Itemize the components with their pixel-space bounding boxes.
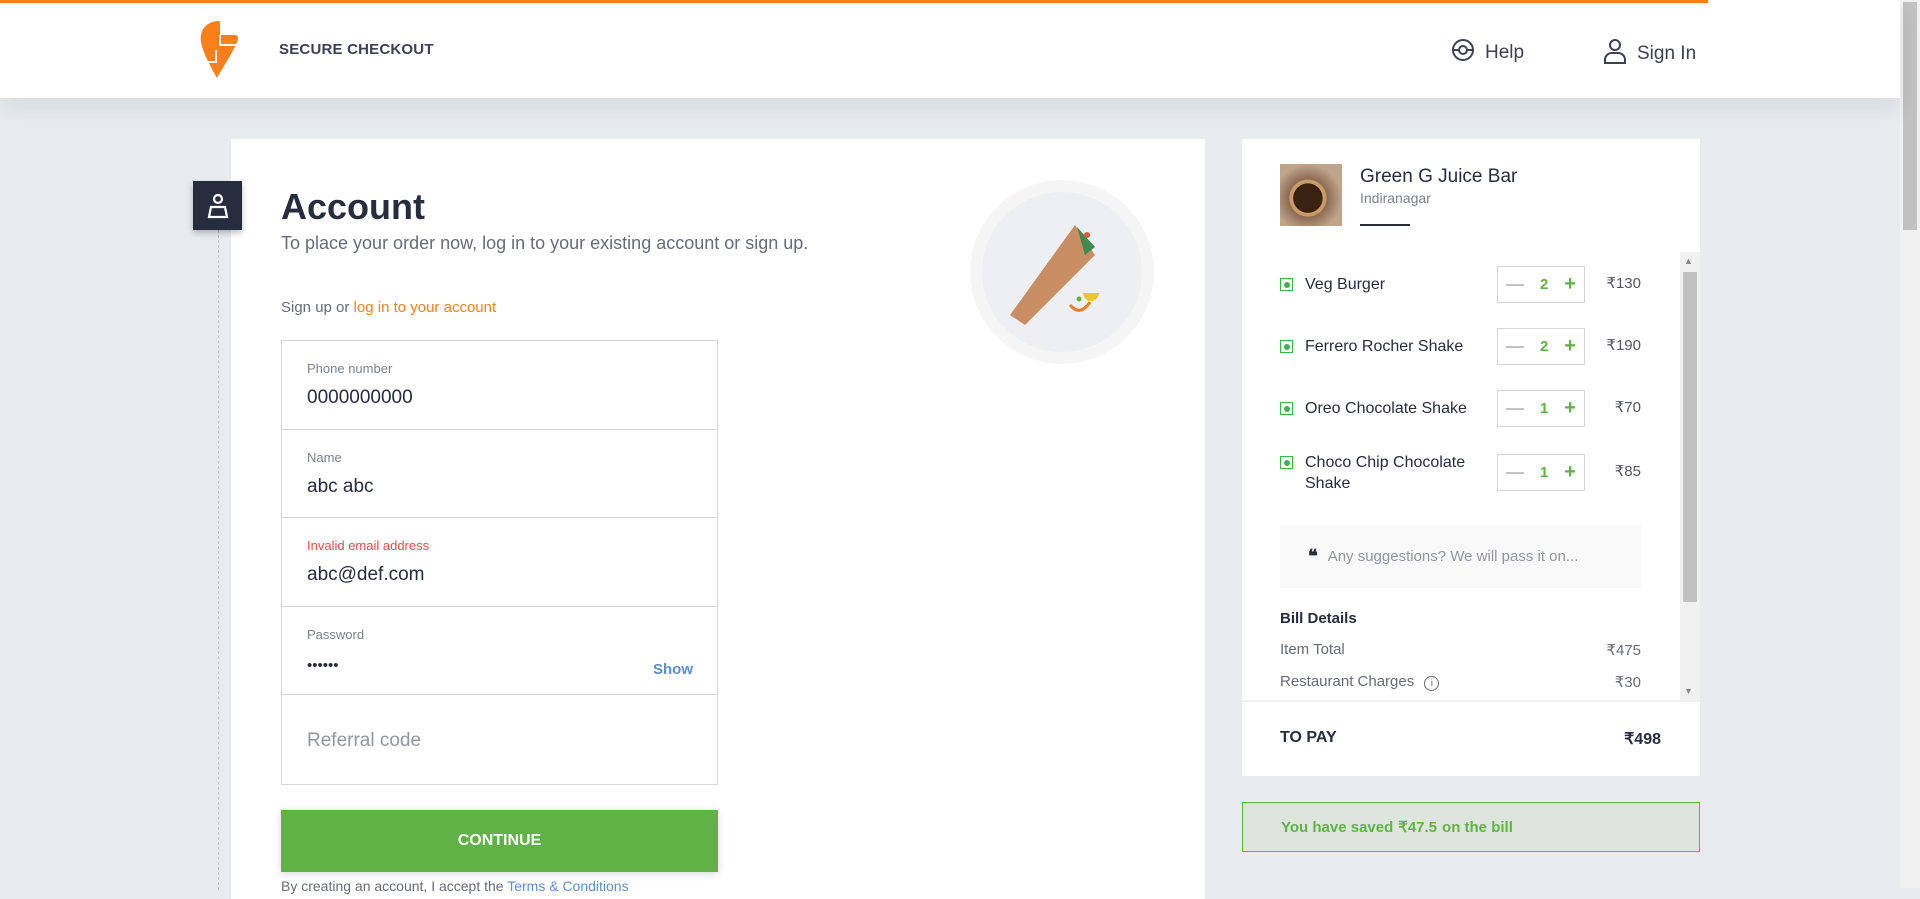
item-price: ₹190 [1606, 337, 1641, 354]
name-field[interactable]: Name abc abc [282, 430, 717, 519]
email-input[interactable]: abc@def.com [307, 564, 692, 586]
bill-value: ₹30 [1614, 674, 1641, 691]
name-label: Name [307, 449, 342, 465]
password-field[interactable]: Password •••••• Show [282, 607, 717, 696]
bill-label: Item Total [1280, 641, 1345, 658]
signup-line: Sign up or log in to your account [281, 299, 496, 316]
bill-row: Restaurant Charges i ₹30 [1280, 673, 1641, 691]
email-field[interactable]: Invalid email address abc@def.com [282, 518, 717, 607]
scroll-up-icon[interactable]: ▲ [1684, 256, 1693, 266]
item-price: ₹130 [1606, 275, 1641, 292]
item-quantity: 1 [1539, 400, 1549, 417]
item-price: ₹85 [1614, 463, 1641, 480]
item-quantity: 2 [1539, 276, 1549, 293]
page-scrollbar-thumb[interactable] [1903, 2, 1917, 230]
cart-item: Ferrero Rocher Shake — 2 + ₹190 [1280, 328, 1641, 365]
savings-banner: You have saved ₹47.5 on the bill [1242, 802, 1700, 852]
phone-field[interactable]: Phone number 0000000000 [282, 341, 717, 430]
step-connector [218, 230, 219, 890]
bill-value: ₹475 [1606, 642, 1641, 659]
quantity-stepper: — 1 + [1497, 454, 1585, 491]
savings-amount: ₹47.5 [1398, 819, 1438, 836]
to-pay-value: ₹498 [1624, 731, 1661, 748]
swiggy-logo-icon[interactable] [198, 20, 240, 85]
show-password-button[interactable]: Show [653, 661, 693, 678]
continue-button[interactable]: CONTINUE [281, 810, 718, 872]
email-error-label: Invalid email address [307, 538, 430, 554]
savings-suffix: on the bill [1442, 818, 1513, 836]
item-quantity: 2 [1539, 338, 1549, 355]
increase-button[interactable]: + [1564, 397, 1576, 420]
cart-item: Choco Chip Chocolate Shake — 1 + ₹85 [1280, 452, 1641, 494]
to-pay-row: TO PAY ₹498 [1280, 729, 1661, 749]
restaurant-underline [1360, 224, 1410, 226]
cart-item: Oreo Chocolate Shake — 1 + ₹70 [1280, 390, 1641, 427]
decrease-button[interactable]: — [1506, 462, 1524, 483]
bill-label-text: Restaurant Charges [1280, 673, 1415, 690]
bill-row: Item Total ₹475 [1280, 641, 1641, 659]
help-link[interactable]: Help [1451, 38, 1524, 68]
signup-prefix: Sign up or [281, 299, 354, 316]
name-input[interactable]: abc abc [307, 476, 692, 498]
increase-button[interactable]: + [1564, 461, 1576, 484]
page-title: SECURE CHECKOUT [279, 41, 434, 58]
suggestions-input[interactable]: ❝ Any suggestions? We will pass it on... [1280, 525, 1641, 588]
item-name: Ferrero Rocher Shake [1305, 338, 1464, 355]
help-label: Help [1485, 42, 1525, 63]
restaurant-location: Indiranagar [1360, 190, 1431, 206]
terms-text: By creating an account, I accept the Ter… [281, 878, 629, 894]
phone-label: Phone number [307, 361, 393, 376]
password-input[interactable]: •••••• [307, 657, 692, 674]
account-heading: Account [281, 186, 425, 227]
account-step-icon [193, 181, 242, 230]
sign-in-label: Sign In [1637, 43, 1697, 64]
brand-top-bar [0, 0, 1708, 3]
cart-item: Veg Burger — 2 + ₹130 [1280, 266, 1641, 303]
item-quantity: 1 [1539, 464, 1549, 481]
decrease-button[interactable]: — [1506, 274, 1524, 295]
bill-details-heading: Bill Details [1280, 610, 1357, 627]
increase-button[interactable]: + [1564, 335, 1576, 358]
login-link[interactable]: log in to your account [354, 299, 497, 316]
increase-button[interactable]: + [1564, 273, 1576, 296]
signup-form: Phone number 0000000000 Name abc abc Inv… [281, 340, 718, 785]
terms-prefix: By creating an account, I accept the [281, 878, 508, 894]
veg-icon [1280, 340, 1293, 353]
item-name: Choco Chip Chocolate Shake [1305, 454, 1466, 492]
quantity-stepper: — 2 + [1497, 266, 1585, 303]
decrease-button[interactable]: — [1506, 398, 1524, 419]
bill-label: Restaurant Charges i [1280, 673, 1440, 691]
restaurant-name[interactable]: Green G Juice Bar [1360, 166, 1517, 188]
veg-icon [1280, 402, 1293, 415]
scroll-down-icon[interactable]: ▼ [1684, 686, 1693, 696]
phone-input[interactable]: 0000000000 [307, 387, 692, 409]
item-price: ₹70 [1614, 399, 1641, 416]
item-name: Veg Burger [1305, 276, 1386, 293]
suggestions-placeholder: Any suggestions? We will pass it on... [1327, 548, 1579, 565]
referral-input[interactable]: Referral code [307, 730, 421, 752]
quote-icon: ❝ [1308, 546, 1318, 566]
lifebuoy-icon [1451, 38, 1475, 68]
restaurant-image [1280, 164, 1342, 226]
referral-field[interactable]: Referral code [282, 695, 717, 784]
food-illustration [970, 180, 1154, 364]
cart-scrollbar-thumb[interactable] [1683, 272, 1697, 602]
quantity-stepper: — 2 + [1497, 328, 1585, 365]
savings-prefix: You have saved [1281, 818, 1394, 836]
sign-in-link[interactable]: Sign In [1603, 38, 1696, 70]
to-pay-label: TO PAY [1280, 729, 1337, 746]
password-label: Password [307, 626, 365, 642]
item-name: Oreo Chocolate Shake [1305, 400, 1467, 417]
quantity-stepper: — 1 + [1497, 390, 1585, 427]
info-icon[interactable]: i [1424, 676, 1440, 691]
veg-icon [1280, 456, 1293, 469]
header: SECURE CHECKOUT Help Sign In [0, 0, 1900, 98]
user-icon [1603, 38, 1627, 70]
terms-link[interactable]: Terms & Conditions [507, 878, 628, 894]
account-subtitle: To place your order now, log in to your … [281, 233, 809, 253]
veg-icon [1280, 278, 1293, 291]
divider [1242, 700, 1700, 702]
decrease-button[interactable]: — [1506, 336, 1524, 357]
